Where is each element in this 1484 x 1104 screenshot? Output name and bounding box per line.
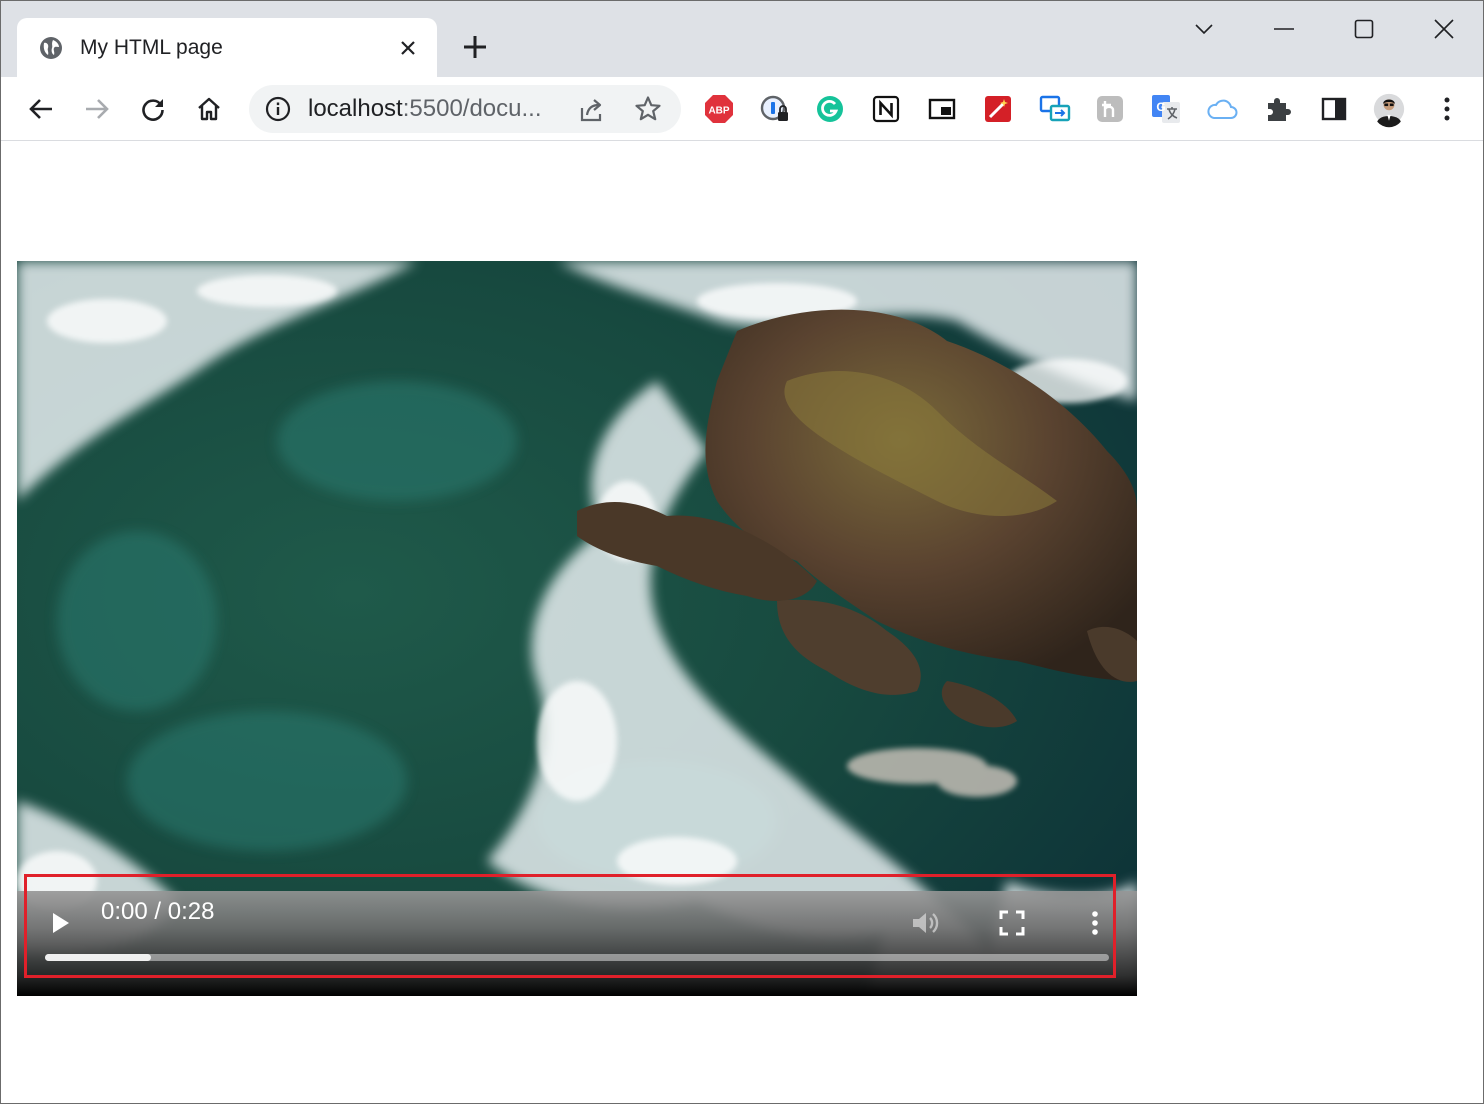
cloud-icon[interactable] bbox=[1206, 93, 1238, 125]
tab-title: My HTML page bbox=[80, 36, 223, 59]
side-panel-icon[interactable] bbox=[1318, 93, 1350, 125]
profile-avatar[interactable] bbox=[1373, 93, 1405, 128]
reload-button[interactable] bbox=[137, 93, 169, 125]
grammarly-icon[interactable] bbox=[814, 93, 846, 125]
minimize-button[interactable] bbox=[1264, 13, 1304, 45]
forward-button[interactable] bbox=[81, 93, 113, 125]
url-host: localhost bbox=[308, 95, 403, 122]
maximize-button[interactable] bbox=[1344, 13, 1384, 45]
tab-strip: My HTML page bbox=[1, 1, 1483, 77]
kebab-menu-icon[interactable] bbox=[1431, 93, 1463, 125]
magic-wand-icon[interactable] bbox=[982, 93, 1014, 125]
highlight-annotation-box bbox=[24, 874, 1116, 978]
notion-icon[interactable] bbox=[870, 93, 902, 125]
picture-in-picture-icon[interactable] bbox=[926, 93, 958, 125]
url-path: :5500/docu... bbox=[402, 95, 542, 122]
browser-window: My HTML page localhost:5500/docu... ABP … bbox=[0, 0, 1484, 1104]
close-tab-icon[interactable] bbox=[395, 35, 421, 61]
adblock-label: ABP bbox=[708, 106, 729, 117]
tab-search-chevron-icon[interactable] bbox=[1184, 13, 1224, 45]
address-bar[interactable]: localhost:5500/docu... bbox=[249, 85, 681, 133]
google-translate-icon[interactable]: G bbox=[1150, 93, 1182, 125]
bookmark-star-icon[interactable] bbox=[634, 95, 662, 123]
globe-icon bbox=[38, 35, 64, 61]
toolbar: localhost:5500/docu... ABP G bbox=[1, 77, 1483, 141]
svg-text:G: G bbox=[1156, 100, 1165, 114]
adblock-plus-icon[interactable]: ABP bbox=[703, 93, 735, 125]
puzzle-piece-icon[interactable] bbox=[1262, 93, 1294, 125]
share-icon[interactable] bbox=[578, 96, 606, 124]
screen-share-icon[interactable] bbox=[1039, 93, 1071, 125]
close-window-button[interactable] bbox=[1424, 13, 1464, 45]
site-info-icon[interactable] bbox=[265, 96, 291, 122]
page-content: 0:00 / 0:28 bbox=[1, 141, 1483, 1103]
hyphen-icon[interactable] bbox=[1094, 93, 1126, 125]
tab-my-html-page[interactable]: My HTML page bbox=[17, 18, 437, 77]
url-text[interactable]: localhost:5500/docu... bbox=[308, 96, 542, 122]
back-button[interactable] bbox=[25, 93, 57, 125]
new-tab-button[interactable] bbox=[459, 31, 491, 63]
home-button[interactable] bbox=[193, 93, 225, 125]
password-manager-icon[interactable] bbox=[759, 93, 791, 125]
